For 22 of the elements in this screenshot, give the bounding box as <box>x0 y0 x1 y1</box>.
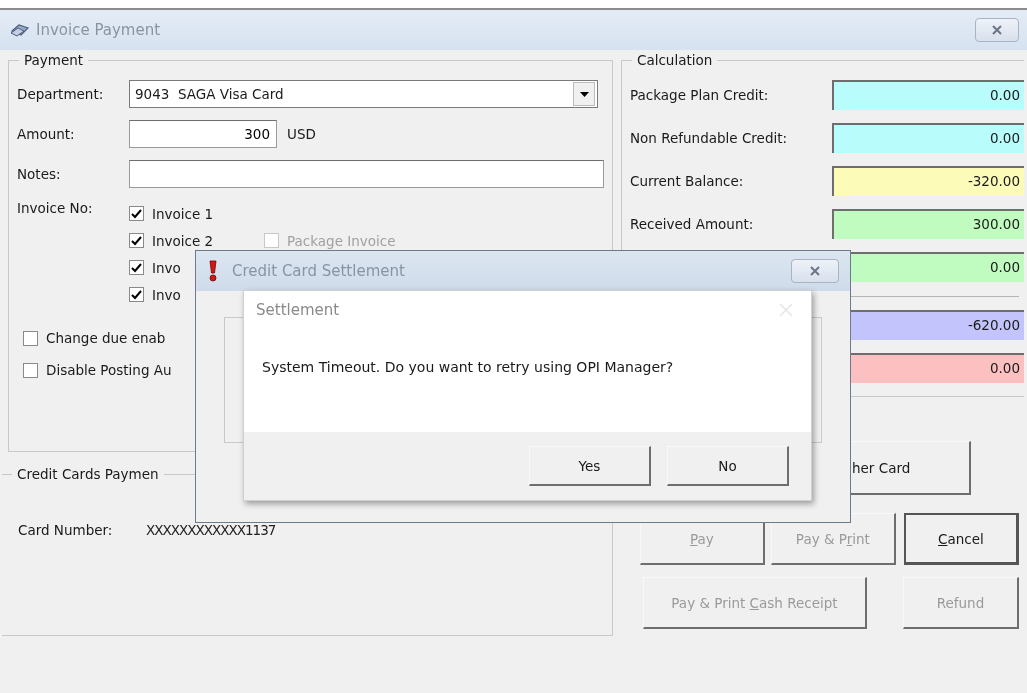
group-title: Credit Cards Paymen <box>16 466 160 482</box>
calculation-label: Package Plan Credit: <box>630 87 770 103</box>
calculation-field: 300.00 <box>832 209 1024 239</box>
message-box-title: Settlement <box>256 301 340 319</box>
dialog-title: Credit Card Settlement <box>232 262 405 280</box>
message-text: System Timeout. Do you want to retry using OPI Manager? <box>262 359 675 375</box>
notes-label: Notes: <box>17 166 62 182</box>
calculation-field: -320.00 <box>832 166 1024 196</box>
invoice-number-label: Invoice No: <box>17 200 94 218</box>
calculation-label: Non Refundable Credit: <box>630 130 789 146</box>
calculation-field: 0.00 <box>832 80 1024 110</box>
card-number: XXXXXXXXXXXX1137 <box>146 522 276 538</box>
calculation-label: Received Amount: <box>630 216 755 232</box>
window-title: Invoice Payment <box>36 21 161 39</box>
amount-label: Amount: <box>17 126 76 142</box>
card-number-label: Card Number: <box>18 522 114 538</box>
calculation-field: 0.00 <box>832 123 1024 153</box>
currency-label: USD <box>287 126 316 142</box>
group-title: Payment <box>23 52 85 68</box>
calculation-label: Current Balance: <box>630 173 745 189</box>
department-label: Department: <box>17 86 105 102</box>
group-title: Calculation <box>636 52 714 68</box>
